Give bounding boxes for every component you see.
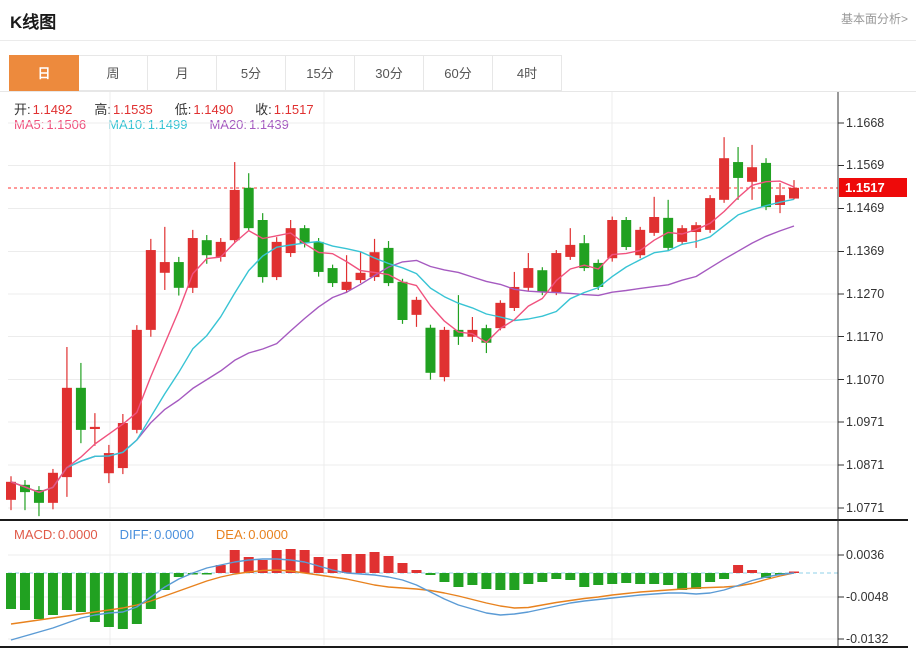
y-axis-label: 1.1170 <box>846 329 908 345</box>
y-axis-label: 1.0971 <box>846 414 908 430</box>
candlestick-chart[interactable] <box>0 0 916 651</box>
y-axis-label: 1.1668 <box>846 115 908 131</box>
y-axis-label: 1.1270 <box>846 286 908 302</box>
y-axis-label: 1.1369 <box>846 243 908 259</box>
y-axis-label: 1.1569 <box>846 157 908 173</box>
y-axis-label: 0.0036 <box>846 547 908 563</box>
y-axis-label: 1.0771 <box>846 500 908 516</box>
y-axis-label: -0.0132 <box>846 631 908 647</box>
tab-day[interactable]: 日 <box>9 55 79 91</box>
last-price-badge: 1.1517 <box>839 178 907 197</box>
kline-widget: K线图 基本面分析> 日周月5分15分30分60分4时 开:1.1492高:1.… <box>0 0 916 651</box>
y-axis-label: 1.1070 <box>846 372 908 388</box>
y-axis-label: -0.0048 <box>846 589 908 605</box>
y-axis-label: 1.1469 <box>846 200 908 216</box>
y-axis-label: 1.0871 <box>846 457 908 473</box>
